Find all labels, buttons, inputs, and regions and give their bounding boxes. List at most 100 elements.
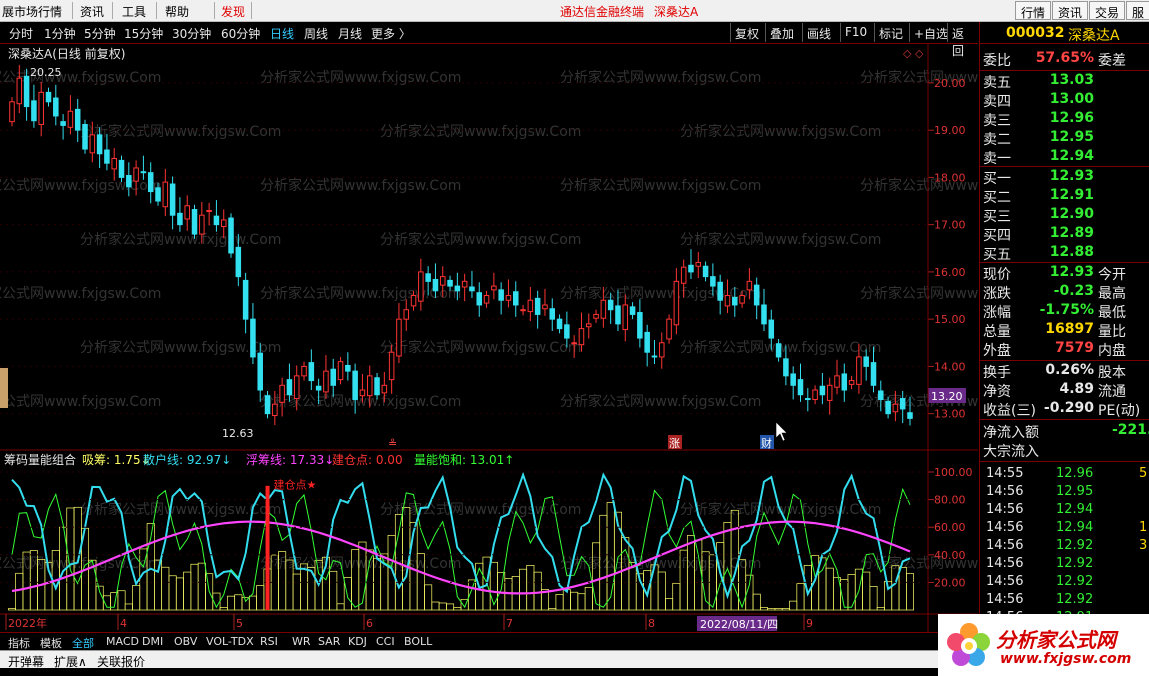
side-panel-handle[interactable] [0,368,8,408]
stat2-row-value: -0.290 [1043,400,1094,416]
candle-down [213,215,220,226]
tick-time: 14:56 [986,574,1024,589]
menu-market[interactable]: 展市场行情 [2,3,62,20]
stat-row-label: 涨跌 [983,286,1011,302]
candle-up [366,375,373,397]
indicator-bar [555,594,564,611]
buy-row: 买一 12.93 [980,168,1149,187]
add-watchlist-button[interactable]: +自选 [909,23,952,42]
tab-全部[interactable]: 全部 [72,635,94,651]
buy-row-label: 买二 [983,190,1011,206]
period-more[interactable]: 更多 〉 [371,25,411,42]
chart-area[interactable]: 分析家公式网www.fxjgsw.Com 分析家公式网www.fxjgsw.Com… [0,44,1061,632]
candle-down [250,318,256,358]
buy-row: 买三 12.90 [980,206,1149,225]
indicator-bar [752,593,761,611]
candle-down [257,352,263,391]
watermark-text: 分析家公式网www.fxjgsw.Com [560,393,761,410]
period-15min[interactable]: 15分钟 [124,25,163,42]
trade-button[interactable]: 交易 [1089,1,1126,20]
draw-button[interactable]: 画线 [802,23,835,42]
expand-button[interactable]: 扩展∧ [54,653,87,670]
tick-time: 14:56 [986,520,1024,535]
current-price-label: 13.20 [931,390,963,403]
menu-tools[interactable]: 工具 [122,3,146,20]
candle-up [359,389,366,397]
period-60min[interactable]: 60分钟 [221,25,260,42]
candle-up [520,309,526,312]
danmaku-toggle[interactable]: 开弹幕 [8,653,44,670]
adjust-button[interactable]: 复权 [730,23,763,42]
candle-down [717,281,723,301]
chart-corner-icons[interactable]: ◇ ◇ [903,47,924,60]
tab-kdj[interactable]: KDJ [348,635,367,648]
tab-boll[interactable]: BOLL [404,635,432,648]
mouse-cursor-icon [775,421,788,442]
tab-dmi[interactable]: DMI [142,635,163,648]
period-monthly[interactable]: 月线 [338,25,362,42]
period-1min[interactable]: 1分钟 [44,25,76,42]
candle-up [593,313,599,319]
mark-button[interactable]: 标记 [874,23,907,42]
candle-down [498,289,504,301]
indicator-bar [132,585,141,611]
period-timeshare[interactable]: 分时 [9,25,33,42]
overlay-button[interactable]: 叠加 [765,23,798,42]
tab-wr[interactable]: WR [292,635,311,648]
tick-row: 14:56 12.92 3 [980,538,1149,556]
back-button[interactable]: 返回 [947,23,978,58]
quote-button[interactable]: 行情 [1015,1,1052,20]
indicator-bar [686,535,695,611]
marker-finance[interactable]: 财 [761,436,772,450]
period-30min[interactable]: 30分钟 [172,25,211,42]
period-weekly[interactable]: 周线 [304,25,328,42]
candle-down [790,373,796,386]
period-daily[interactable]: 日线 [270,25,294,42]
stat-row: 现价 12.93 今开 [980,264,1149,283]
watermark-text: 分析家公式网www.fxjgsw.Com [260,177,461,194]
tick-row: 14:56 12.92 [980,574,1149,592]
tick-time: 14:56 [986,556,1024,571]
tab-macd[interactable]: MACD [106,635,139,648]
indicator-bar [117,590,126,611]
buy-row-value: 12.90 [1049,206,1094,222]
buy-row-value: 12.88 [1049,244,1094,260]
service-button[interactable]: 服 [1126,1,1149,20]
marker-limit-up[interactable]: 涨 [669,437,680,450]
indicator-bar [453,607,462,611]
candle-down [564,324,570,339]
date-label: 4 [120,617,127,630]
tab-sar[interactable]: SAR [318,635,340,648]
candle-down [768,319,775,339]
tab-vol-tdx[interactable]: VOL-TDX [206,635,254,648]
menu-discover[interactable]: 发现 [221,3,245,20]
indicator-bar [336,603,345,611]
watermark-text: 分析家公式网www.fxjgsw.Com [0,555,161,572]
stock-title: 深桑达A [654,5,699,19]
tick-qty: 5 [1139,466,1148,481]
candle-down [31,100,37,122]
sell-row-value: 12.96 [1049,110,1094,126]
f10-button[interactable]: F10 [840,23,871,42]
divider [980,360,1149,361]
indicator-bar [7,608,17,611]
period-5min[interactable]: 5分钟 [84,25,116,42]
candle-down [761,304,767,325]
candle-up [184,205,190,220]
related-quotes-button[interactable]: 关联报价 [97,653,145,670]
candle-down [863,356,869,367]
tab-obv[interactable]: OBV [174,635,197,648]
indicator-bar [584,586,593,611]
menu-separator [72,2,73,19]
tick-row: 14:56 12.92 [980,592,1149,610]
news-button[interactable]: 资讯 [1052,1,1089,20]
menu-news[interactable]: 资讯 [80,3,104,20]
tab-rsi[interactable]: RSI [260,635,278,648]
tab-指标[interactable]: 指标 [8,635,30,651]
menu-help[interactable]: 帮助 [165,3,189,20]
tab-模板[interactable]: 模板 [40,635,62,651]
candle-up [279,384,285,403]
marker-gap[interactable]: ≗ [388,437,397,450]
tab-cci[interactable]: CCI [376,635,395,648]
quote-header: 000032 深桑达A [980,22,1149,44]
